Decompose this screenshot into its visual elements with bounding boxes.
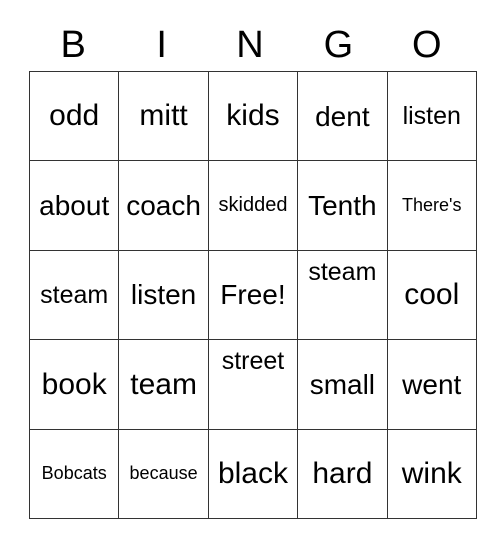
bingo-cell[interactable]: steam [297,249,388,341]
bingo-header-letter-g: G [323,23,354,66]
bingo-cell[interactable]: odd [28,70,120,162]
bingo-cell[interactable]: because [118,428,209,519]
bingo-grid-body: odd mitt kids dent listen about coach sk… [28,70,477,519]
bingo-cell-label: hard [312,457,373,490]
bingo-row: about coach skidded Tenth There's [28,160,477,251]
bingo-row: steam listen Free! steam cool [28,249,477,341]
bingo-cell[interactable]: steam [28,249,120,341]
bingo-row: Bobcats because black hard wink [28,428,477,519]
bingo-grid: odd mitt kids dent listen about coach sk… [28,70,477,519]
bingo-cell-label: dent [315,100,370,132]
bingo-cell[interactable]: hard [297,428,388,519]
bingo-cell[interactable]: about [28,160,120,251]
bingo-cell[interactable]: listen [118,249,209,341]
bingo-cell-label: small [309,368,376,400]
bingo-cell[interactable]: Bobcats [28,428,120,519]
bingo-cell[interactable]: Tenth [297,160,388,251]
bingo-cell[interactable]: wink [386,428,477,519]
bingo-cell-label: mitt [139,99,188,133]
bingo-cell[interactable]: There's [386,160,477,251]
bingo-cell[interactable]: skidded [207,160,299,251]
bingo-cell-label: listen [130,279,197,311]
bingo-cell-label: Bobcats [41,463,107,484]
bingo-cell-free[interactable]: Free! [207,249,299,341]
bingo-cell-label: team [130,367,197,401]
bingo-card: B I N G O odd mitt kids dent listen abou… [0,0,500,544]
bingo-cell-label: wink [401,457,462,490]
bingo-cell-label: steam [308,257,377,286]
bingo-cell-label: went [402,368,462,400]
bingo-cell-label: skidded [218,194,288,217]
bingo-header-row: B I N G O [29,18,471,71]
bingo-header-letter-n: N [236,23,264,66]
bingo-cell-label: listen [402,102,461,131]
bingo-cell-label: coach [126,189,201,221]
bingo-cell-label: book [41,367,107,401]
bingo-row: odd mitt kids dent listen [28,70,477,162]
bingo-cell-label: because [129,463,198,484]
bingo-cell[interactable]: book [28,339,120,430]
bingo-header-letter-i: I [156,23,167,66]
bingo-cell-label: Free! [220,279,286,311]
bingo-cell[interactable]: cool [386,249,477,341]
bingo-cell-label: about [39,189,110,221]
bingo-cell-label: odd [49,99,100,133]
bingo-cell-label: There's [402,195,462,216]
bingo-header-letter-o: O [412,23,442,66]
bingo-cell-label: Tenth [308,189,377,221]
bingo-cell[interactable]: dent [297,70,388,162]
bingo-cell[interactable]: street [207,339,299,430]
bingo-cell[interactable]: listen [386,70,477,162]
bingo-cell-label: kids [226,99,280,133]
bingo-cell[interactable]: mitt [118,70,209,162]
bingo-cell[interactable]: team [118,339,209,430]
bingo-header-letter-b: B [60,23,86,66]
bingo-cell-label: steam [40,280,109,309]
bingo-cell-label: cool [404,278,460,312]
bingo-cell[interactable]: black [207,428,299,519]
bingo-cell-label: black [217,457,288,490]
bingo-cell[interactable]: went [386,339,477,430]
bingo-cell[interactable]: kids [207,70,299,162]
bingo-cell[interactable]: coach [118,160,209,251]
bingo-row: book team street small went [28,339,477,430]
bingo-cell-label: street [221,347,285,376]
bingo-cell[interactable]: small [297,339,388,430]
